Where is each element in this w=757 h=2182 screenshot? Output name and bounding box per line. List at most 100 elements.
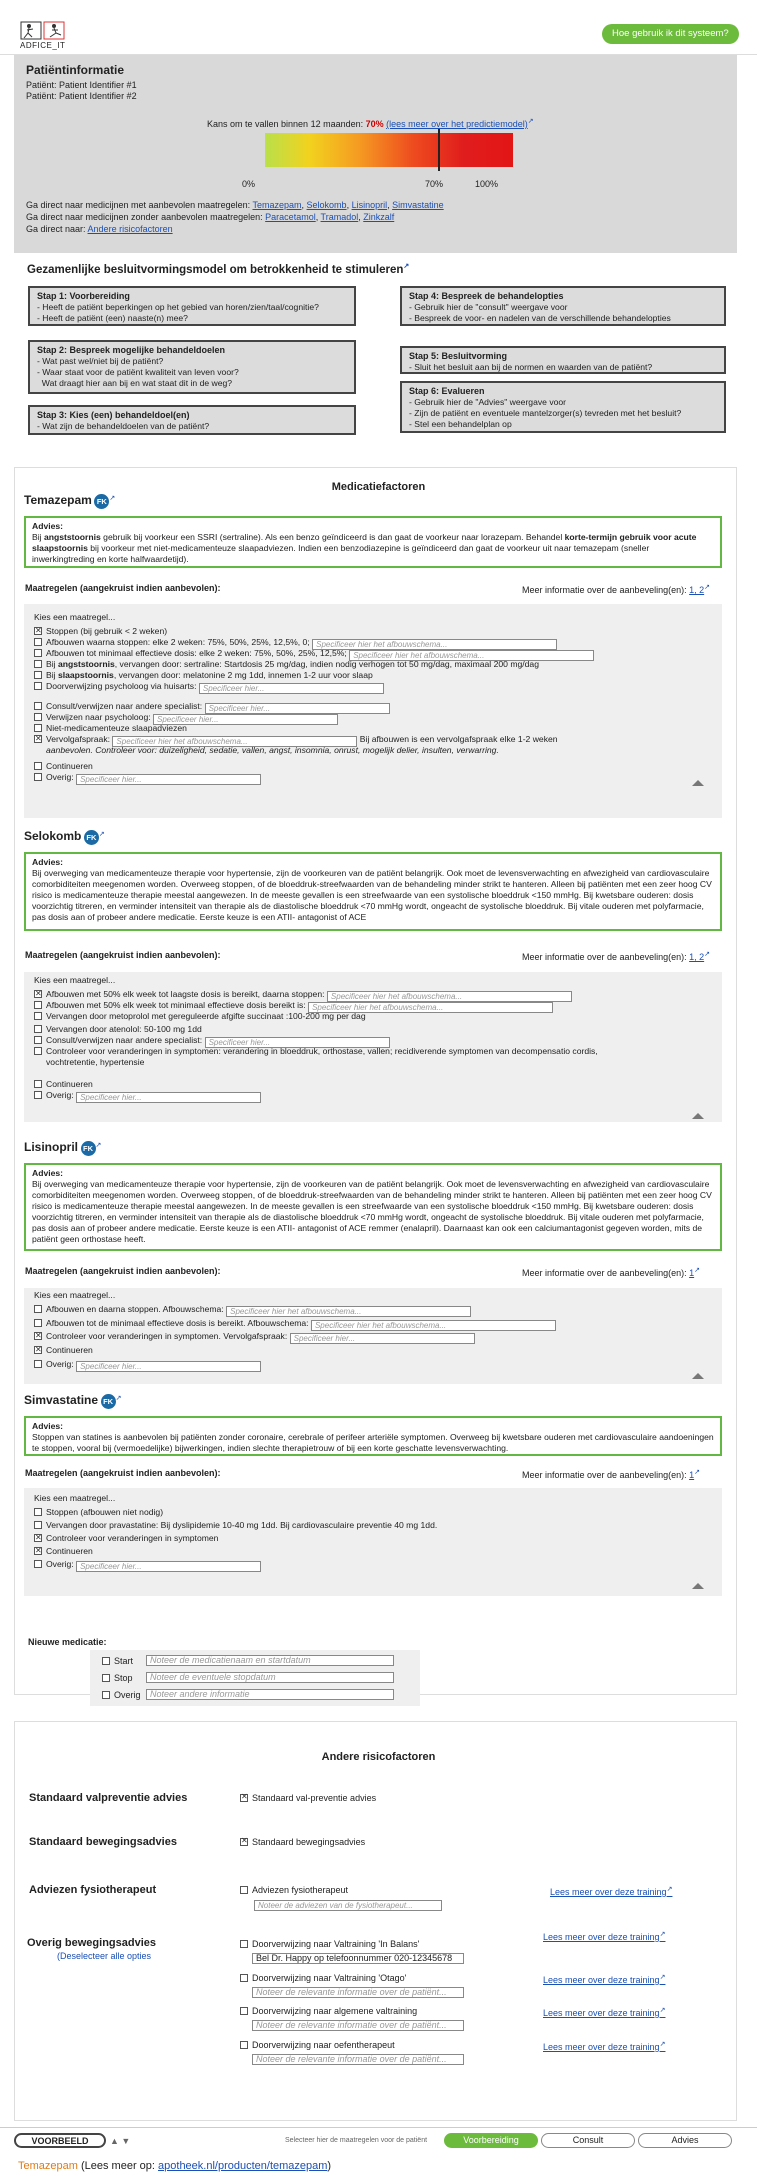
- learn-more-link[interactable]: Lees meer over deze training↗: [543, 2006, 665, 2018]
- measure-option[interactable]: Controleer voor veranderingen in symptom…: [34, 1046, 598, 1057]
- fysio-option[interactable]: Adviezen fysiotherapeut: [240, 1885, 348, 1895]
- checkbox[interactable]: [34, 1545, 42, 1556]
- checkbox[interactable]: [102, 1674, 110, 1682]
- checkbox[interactable]: [34, 1001, 42, 1009]
- measure-option[interactable]: Stoppen (afbouwen niet nodig): [34, 1507, 163, 1518]
- checkbox[interactable]: [34, 1319, 42, 1327]
- checkbox[interactable]: [34, 1012, 42, 1020]
- checkbox[interactable]: [34, 1521, 42, 1529]
- overig-input[interactable]: Bel Dr. Happy op telefoonnummer 020-1234…: [252, 1953, 464, 1964]
- learn-more-text[interactable]: Lees meer over deze training: [543, 1932, 660, 1942]
- checkbox[interactable]: [34, 1080, 42, 1088]
- measure-option[interactable]: Continueren: [34, 1545, 93, 1557]
- checkbox[interactable]: [34, 702, 42, 710]
- fk-badge-icon[interactable]: FK: [80, 1141, 96, 1157]
- checkbox[interactable]: [34, 671, 42, 679]
- learn-more-link[interactable]: Lees meer over deze training↗: [543, 2040, 665, 2052]
- checkbox[interactable]: [34, 1560, 42, 1568]
- specify-input[interactable]: Specificeer hier...: [76, 1092, 262, 1103]
- checkbox[interactable]: [34, 1305, 42, 1313]
- checkbox[interactable]: [34, 1344, 42, 1355]
- overig-input[interactable]: Noteer de relevante informatie over de p…: [252, 1987, 464, 1998]
- learn-more-text[interactable]: Lees meer over deze training: [543, 2008, 660, 2018]
- new-med-row-stop[interactable]: Stop: [102, 1673, 133, 1683]
- checkbox[interactable]: [34, 724, 42, 732]
- measure-option[interactable]: Stoppen (bij gebruik < 2 weken): [34, 625, 167, 637]
- val-option[interactable]: Standaard val-preventie advies: [240, 1792, 376, 1803]
- checkbox[interactable]: [240, 1974, 248, 1982]
- checkbox[interactable]: [240, 1940, 248, 1948]
- new-med-row-overig[interactable]: Overig: [102, 1690, 141, 1700]
- new-med-input[interactable]: Noteer andere informatie: [146, 1689, 394, 1700]
- link-zinkzalf[interactable]: Zinkzalf: [363, 212, 394, 222]
- checkbox[interactable]: [102, 1691, 110, 1699]
- collapse-arrow-icon[interactable]: [692, 780, 704, 786]
- checkbox[interactable]: [34, 660, 42, 668]
- link-selokomb[interactable]: Selokomb: [307, 200, 347, 210]
- measure-option[interactable]: Afbouwen tot de minimaal effectieve dosi…: [34, 1318, 556, 1331]
- measure-option[interactable]: Controleer voor veranderingen in symptom…: [34, 1330, 475, 1344]
- specify-input[interactable]: Specificeer hier...: [76, 774, 262, 785]
- tab-consult[interactable]: Consult: [541, 2133, 635, 2148]
- footer-med-link[interactable]: apotheek.nl/producten/temazepam: [158, 2160, 327, 2172]
- specify-input[interactable]: Specificeer hier...: [289, 1333, 475, 1344]
- risk-model-link[interactable]: (lees meer over het predictiemodel): [386, 119, 528, 129]
- fk-badge-icon[interactable]: FK: [83, 830, 99, 846]
- checkbox[interactable]: [240, 1886, 248, 1894]
- new-med-input[interactable]: Noteer de medicatienaam en startdatum: [146, 1655, 394, 1666]
- checkbox[interactable]: [34, 733, 42, 744]
- overig-input[interactable]: Noteer de relevante informatie over de p…: [252, 2054, 464, 2065]
- deselect-link[interactable]: (Deselecteer alle opties: [57, 1951, 151, 1961]
- collapse-arrow-icon[interactable]: [692, 1113, 704, 1119]
- checkbox[interactable]: [34, 649, 42, 657]
- checkbox[interactable]: [34, 1036, 42, 1044]
- overig-input[interactable]: Noteer de relevante informatie over de p…: [252, 2020, 464, 2031]
- scroll-arrows-icon[interactable]: ▲ ▼: [110, 2136, 130, 2146]
- overig-option[interactable]: Doorverwijzing naar algemene valtraining: [240, 2006, 417, 2016]
- checkbox[interactable]: [34, 1091, 42, 1099]
- link-tramadol[interactable]: Tramadol: [321, 212, 359, 222]
- checkbox[interactable]: [34, 1025, 42, 1033]
- specify-input[interactable]: Specificeer hier het afbouwschema...: [310, 1320, 556, 1331]
- checkbox[interactable]: [34, 988, 42, 999]
- bew-option[interactable]: Standaard bewegingsadvies: [240, 1836, 365, 1847]
- learn-more-link[interactable]: Lees meer over deze training↗: [543, 1930, 665, 1942]
- checkbox[interactable]: [34, 1360, 42, 1368]
- checkbox[interactable]: [34, 625, 42, 636]
- checkbox[interactable]: [34, 713, 42, 721]
- new-med-input[interactable]: Noteer de eventuele stopdatum: [146, 1672, 394, 1683]
- specify-input[interactable]: Specificeer hier het afbouwschema...: [226, 1306, 472, 1317]
- ref-links[interactable]: 1, 2: [689, 952, 704, 962]
- checkbox[interactable]: [34, 1532, 42, 1543]
- measure-option[interactable]: Vervangen door atenolol: 50-100 mg 1dd: [34, 1024, 202, 1035]
- checkbox[interactable]: [240, 1836, 248, 1846]
- new-med-row-start[interactable]: Start: [102, 1656, 133, 1666]
- checkbox[interactable]: [240, 2041, 248, 2049]
- measure-option[interactable]: Vervangen door metoprolol met gereguleer…: [34, 1011, 366, 1022]
- checkbox[interactable]: [34, 773, 42, 781]
- collapse-arrow-icon[interactable]: [692, 1583, 704, 1589]
- fk-badge-icon[interactable]: FK: [94, 494, 110, 510]
- fysio-input[interactable]: Noteer de adviezen van de fysiotherapeut…: [254, 1898, 442, 1911]
- overig-option[interactable]: Doorverwijzing naar Valtraining 'In Bala…: [240, 1939, 419, 1949]
- checkbox[interactable]: [34, 682, 42, 690]
- tab-voorbereiding[interactable]: Voorbereiding: [444, 2133, 538, 2148]
- learn-more-text[interactable]: Lees meer over deze training: [543, 2042, 660, 2052]
- learn-more-link[interactable]: Lees meer over deze training↗: [543, 1973, 665, 1985]
- measure-option[interactable]: Doorverwijzing psycholoog via huisarts: …: [34, 681, 384, 694]
- checkbox[interactable]: [34, 1508, 42, 1516]
- measure-option[interactable]: Continueren: [34, 1079, 93, 1090]
- measure-option[interactable]: Overig: Specificeer hier...: [34, 1090, 262, 1103]
- specify-input[interactable]: Specificeer hier...: [76, 1361, 262, 1372]
- learn-more-text[interactable]: Lees meer over deze training: [543, 1975, 660, 1985]
- measure-option[interactable]: Continueren: [34, 1344, 93, 1356]
- measure-option[interactable]: Bij slaapstoornis, vervangen door: melat…: [34, 670, 373, 681]
- fk-badge-icon[interactable]: FK: [100, 1394, 116, 1410]
- measure-option[interactable]: Continueren: [34, 761, 93, 772]
- link-paracetamol[interactable]: Paracetamol: [265, 212, 316, 222]
- collapse-arrow-icon[interactable]: [692, 1373, 704, 1379]
- specify-input[interactable]: Specificeer hier...: [76, 1561, 262, 1572]
- measure-option[interactable]: Vervangen door pravastatine: Bij dyslipi…: [34, 1520, 437, 1531]
- checkbox[interactable]: [34, 1330, 42, 1341]
- measure-option[interactable]: Overig: Specificeer hier...: [34, 1359, 262, 1372]
